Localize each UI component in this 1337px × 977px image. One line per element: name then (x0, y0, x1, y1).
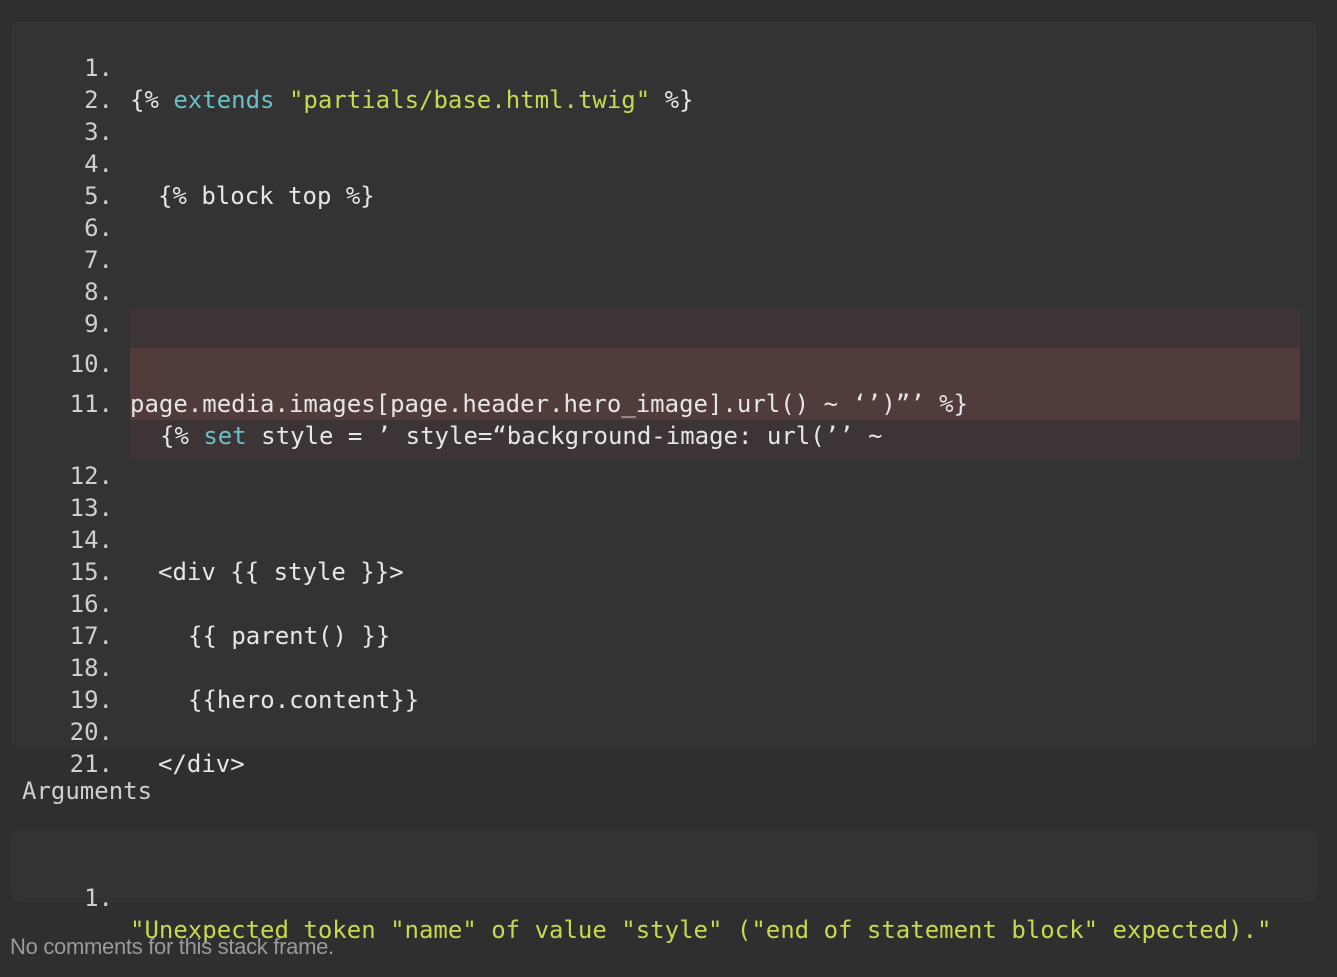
code-line: 21. (10, 716, 1318, 812)
code-panel: 1. {% extends "partials/base.html.twig" … (10, 20, 1318, 778)
arguments-heading: Arguments (22, 777, 153, 805)
arguments-panel: 1. "Unexpected token "name" of value "st… (10, 830, 1318, 944)
stack-frame-comments: No comments for this stack frame. (10, 934, 334, 959)
stack-frame-view: 1. {% extends "partials/base.html.twig" … (0, 0, 1337, 977)
argument-index: 1. (84, 884, 113, 912)
code-line-error: 11. {% set style = ’ style=“background-i… (10, 356, 1318, 450)
line-source-continuation: page.media.images[page.header.hero_image… (130, 390, 969, 418)
line-number: 11. (69, 390, 113, 418)
